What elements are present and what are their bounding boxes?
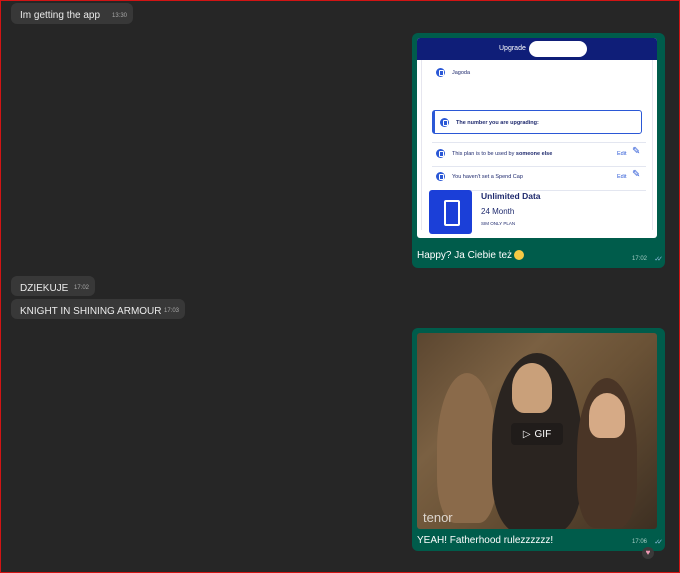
emoji-icon: [514, 250, 525, 260]
user-icon: [436, 149, 445, 158]
message-timestamp: 17:02: [73, 285, 89, 291]
gif-label: GIF: [534, 428, 552, 440]
plan-term: 24 Month: [481, 207, 515, 216]
message-caption: Happy? Ja Ciebie też: [417, 250, 525, 261]
message-timestamp: 13:30: [111, 13, 127, 19]
message-timestamp: 17:03: [163, 308, 179, 314]
edit-link: Edit: [617, 151, 627, 157]
card-icon: [436, 172, 445, 181]
message-incoming[interactable]: DZIEKUJE 17:02: [11, 276, 95, 296]
plan-title: Unlimited Data: [481, 191, 541, 201]
message-outgoing-image[interactable]: Upgrade Jagoda The number you are upgrad…: [412, 33, 665, 268]
reaction-heart-icon[interactable]: ♥: [642, 547, 654, 559]
message-timestamp: 17:02: [631, 256, 647, 262]
sim-card-icon: [429, 190, 472, 234]
edit-link: Edit: [617, 174, 627, 180]
message-text: KNIGHT IN SHINING ARMOUR: [20, 306, 162, 317]
person-icon: [436, 68, 445, 77]
spend-cap-text: You haven't set a Spend Cap: [452, 174, 523, 180]
message-caption: YEAH! Fatherhood rulezzzzzz!: [417, 535, 554, 546]
redacted-blur: [529, 41, 587, 57]
account-name: Jagoda: [452, 70, 471, 76]
phone-icon: [440, 118, 449, 127]
screenshot-header: Upgrade: [417, 38, 657, 60]
plan-type: SIM ONLY PLAN: [481, 221, 516, 226]
pencil-icon: ✎: [632, 146, 641, 157]
plan-user-text: This plan is to be used by someone else: [452, 151, 553, 157]
message-outgoing-gif[interactable]: ▷ GIF tenor YEAH! Fatherhood rulezzzzzz!…: [412, 328, 665, 551]
message-incoming[interactable]: KNIGHT IN SHINING ARMOUR 17:03: [11, 299, 185, 319]
message-timestamp: 17:06: [631, 539, 647, 545]
message-incoming[interactable]: Im getting the app 13:30: [11, 3, 133, 24]
shared-screenshot[interactable]: Upgrade Jagoda The number you are upgrad…: [417, 38, 657, 238]
play-icon: ▷: [522, 428, 531, 440]
gif-play-button[interactable]: ▷ GIF: [511, 423, 563, 445]
gif-player[interactable]: ▷ GIF tenor: [417, 333, 657, 529]
message-text: Im getting the app: [20, 10, 101, 21]
upgrade-number-label: The number you are upgrading:: [456, 120, 539, 126]
double-check-icon: ✓✓: [654, 539, 663, 546]
tenor-watermark: tenor: [423, 510, 453, 525]
pencil-icon: ✎: [632, 169, 641, 180]
message-text: DZIEKUJE: [20, 283, 69, 294]
double-check-icon: ✓✓: [654, 256, 663, 263]
screenshot-header-title: Upgrade: [499, 45, 526, 52]
